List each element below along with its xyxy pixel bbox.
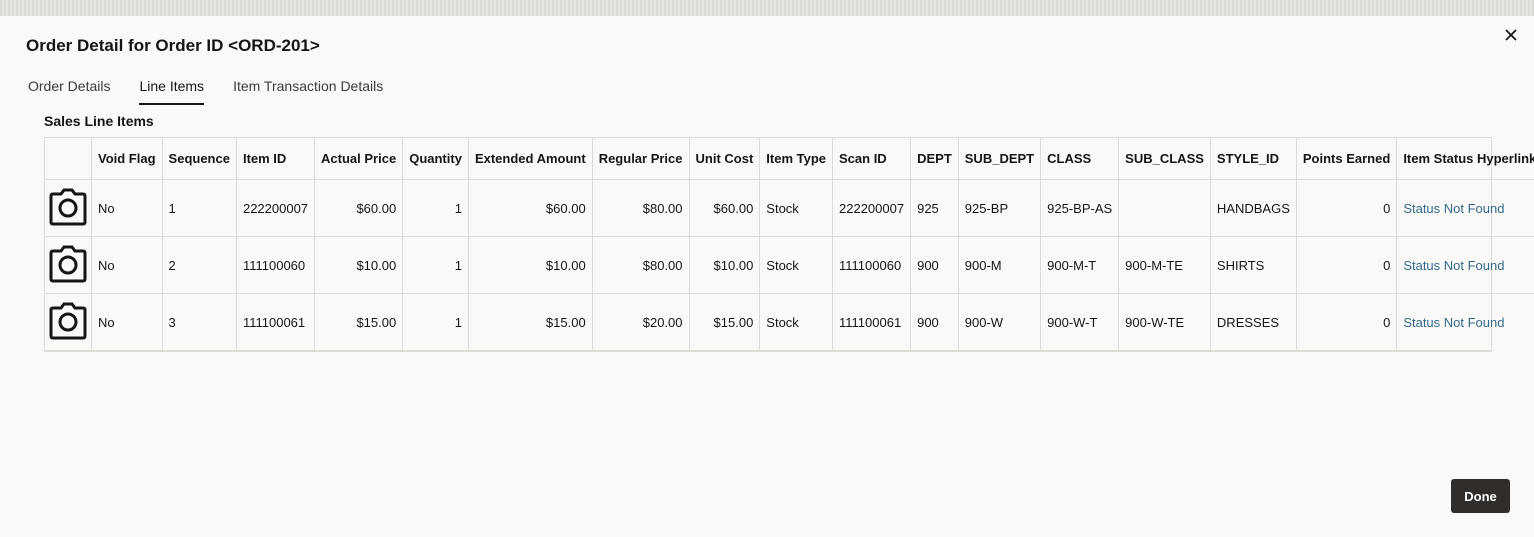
tab-item-transaction-details[interactable]: Item Transaction Details <box>233 78 383 105</box>
table-row: No 3 111100061 $15.00 1 $15.00 $20.00 $15.00 Sto… <box>45 293 1534 351</box>
style-id-cell: DRESSES <box>1210 293 1297 350</box>
extended-amount-cell: $15.00 <box>468 293 593 350</box>
item-status-cell: Status Not Found <box>1396 179 1534 237</box>
item-image-cell <box>45 293 92 350</box>
camera-icon[interactable] <box>49 188 87 226</box>
item-id-cell: 111100061 <box>236 293 316 350</box>
points-earned-cell: 0 <box>1296 293 1398 350</box>
column-header-void-flag[interactable]: Void Flag <box>91 138 163 180</box>
unit-cost-cell: $60.00 <box>689 179 761 237</box>
scan-id-cell: 111100061 <box>832 293 912 350</box>
order-detail-dialog: Order Detail for Order ID <ORD-201> Orde… <box>0 16 1534 537</box>
column-header-sequence[interactable]: Sequence <box>162 138 237 180</box>
unit-cost-cell: $10.00 <box>689 236 761 294</box>
quantity-cell: 1 <box>402 293 469 350</box>
unit-cost-cell: $15.00 <box>689 293 761 350</box>
dept-cell: 900 <box>910 293 959 350</box>
sub-dept-cell: 900-W <box>958 293 1042 350</box>
item-status-cell: Status Not Found <box>1397 294 1534 351</box>
sequence-cell: 2 <box>162 236 237 294</box>
item-type-cell: Stock <box>759 179 834 237</box>
tab-line-items[interactable]: Line Items <box>139 78 205 105</box>
void-flag-cell: No <box>91 236 163 294</box>
column-header-actual-price[interactable]: Actual Price <box>314 138 404 180</box>
sub-class-cell: 900-W-TE <box>1118 293 1211 350</box>
scan-id-cell: 222200007 <box>832 179 912 237</box>
table-row: No 2 111100060 $10.00 1 $10.00 $80.00 $10.00 Sto… <box>45 236 1534 294</box>
regular-price-cell: $80.00 <box>592 179 690 237</box>
column-header-class[interactable]: CLASS <box>1040 138 1120 180</box>
dept-cell: 925 <box>910 179 959 237</box>
void-flag-cell: No <box>91 293 163 350</box>
page-overlay <box>0 0 1534 16</box>
scan-id-cell: 111100060 <box>832 236 912 294</box>
column-header-image <box>45 138 92 180</box>
item-type-cell: Stock <box>759 293 834 350</box>
table-header-row: Void Flag Sequence Item ID Actual Price … <box>45 138 1534 180</box>
column-header-regular-price[interactable]: Regular Price <box>592 138 690 180</box>
column-header-quantity[interactable]: Quantity <box>402 138 469 180</box>
tab-order-details[interactable]: Order Details <box>28 78 110 105</box>
column-header-unit-cost[interactable]: Unit Cost <box>689 138 761 180</box>
column-header-points-earned[interactable]: Points Earned <box>1296 138 1398 180</box>
column-header-item-status-hyperlink[interactable]: Item Status Hyperlink <box>1396 138 1534 180</box>
points-earned-cell: 0 <box>1296 236 1398 294</box>
sequence-cell: 1 <box>162 179 237 237</box>
column-header-sub-dept[interactable]: SUB_DEPT <box>958 138 1042 180</box>
column-header-scan-id[interactable]: Scan ID <box>832 138 912 180</box>
close-icon <box>1505 29 1517 41</box>
item-type-cell: Stock <box>759 236 834 294</box>
sales-line-items-table: Void Flag Sequence Item ID Actual Price … <box>44 137 1534 352</box>
actual-price-cell: $10.00 <box>314 236 404 294</box>
regular-price-cell: $80.00 <box>592 236 690 294</box>
status-not-found-link[interactable]: Status Not Found <box>1403 201 1504 216</box>
quantity-cell: 1 <box>402 179 469 237</box>
camera-icon[interactable] <box>49 302 87 340</box>
sequence-cell: 3 <box>162 293 237 350</box>
item-image-cell <box>45 179 92 237</box>
style-id-cell: HANDBAGS <box>1210 179 1297 237</box>
tab-bar: Order Details Line Items Item Transactio… <box>28 78 412 105</box>
column-header-sub-class[interactable]: SUB_CLASS <box>1118 138 1211 180</box>
style-id-cell: SHIRTS <box>1210 236 1297 294</box>
class-cell: 900-M-T <box>1040 236 1120 294</box>
column-header-extended-amount[interactable]: Extended Amount <box>468 138 593 180</box>
item-status-cell: Status Not Found <box>1396 236 1534 294</box>
table-row: No 1 222200007 $60.00 1 $60.00 $80.00 $60.00 Sto… <box>45 179 1534 237</box>
status-not-found-link[interactable]: Status Not Found <box>1403 315 1504 330</box>
sub-class-cell <box>1118 179 1211 237</box>
close-button[interactable] <box>1499 24 1523 46</box>
section-title: Sales Line Items <box>44 113 154 129</box>
item-image-cell <box>45 236 92 294</box>
points-earned-cell: 0 <box>1296 179 1398 237</box>
column-header-item-id[interactable]: Item ID <box>236 138 316 180</box>
dialog-title: Order Detail for Order ID <ORD-201> <box>26 36 320 55</box>
quantity-cell: 1 <box>402 236 469 294</box>
class-cell: 925-BP-AS <box>1040 179 1120 237</box>
void-flag-cell: No <box>91 179 163 237</box>
status-not-found-link[interactable]: Status Not Found <box>1403 258 1504 273</box>
extended-amount-cell: $60.00 <box>468 179 593 237</box>
column-header-dept[interactable]: DEPT <box>910 138 959 180</box>
regular-price-cell: $20.00 <box>592 293 690 350</box>
actual-price-cell: $15.00 <box>314 293 404 350</box>
sub-dept-cell: 925-BP <box>958 179 1042 237</box>
extended-amount-cell: $10.00 <box>468 236 593 294</box>
sub-dept-cell: 900-M <box>958 236 1042 294</box>
done-button[interactable]: Done <box>1451 479 1510 513</box>
actual-price-cell: $60.00 <box>314 179 404 237</box>
camera-icon[interactable] <box>49 245 87 283</box>
item-id-cell: 222200007 <box>236 179 316 237</box>
item-id-cell: 111100060 <box>236 236 316 294</box>
column-header-item-type[interactable]: Item Type <box>759 138 834 180</box>
class-cell: 900-W-T <box>1040 293 1120 350</box>
sub-class-cell: 900-M-TE <box>1118 236 1211 294</box>
column-header-style-id[interactable]: STYLE_ID <box>1210 138 1297 180</box>
dept-cell: 900 <box>910 236 959 294</box>
